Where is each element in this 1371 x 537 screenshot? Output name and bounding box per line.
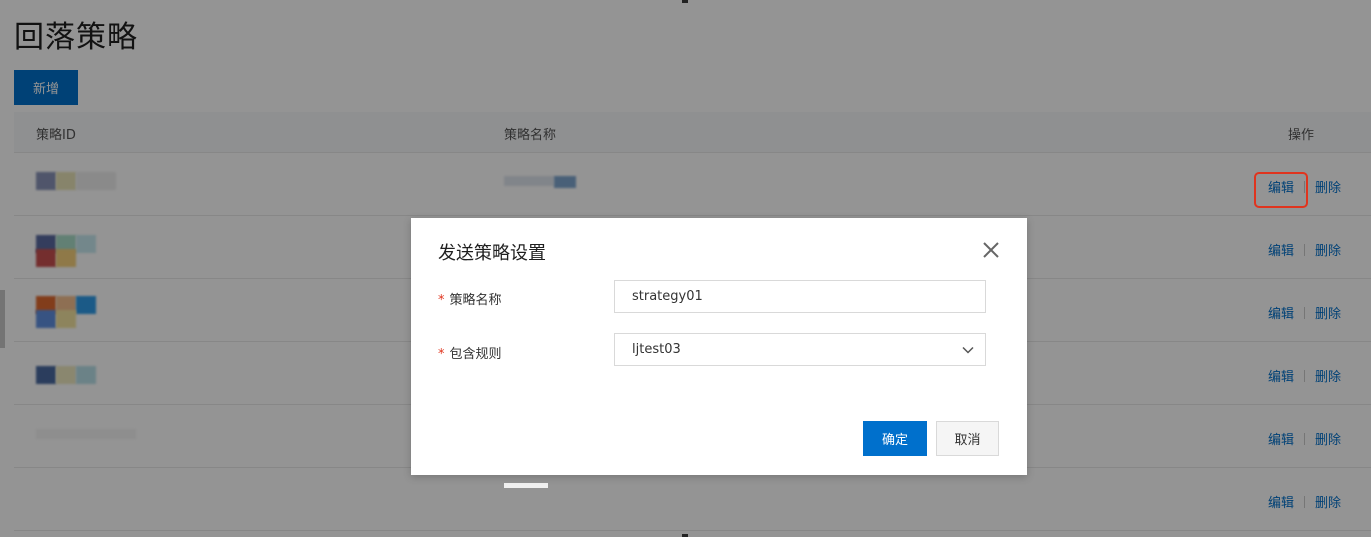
rule-select[interactable]: ljtest03	[614, 333, 986, 366]
confirm-button[interactable]: 确定	[863, 421, 927, 456]
page: 回落策略 新增 策略ID 策略名称 操作 编辑 删除 编辑 删除 编辑 删除 编…	[0, 0, 1371, 537]
required-marker: *	[438, 347, 445, 362]
close-icon[interactable]	[979, 238, 1003, 262]
rule-label-text: 包含规则	[449, 347, 502, 362]
chevron-down-icon	[962, 346, 974, 354]
cancel-button[interactable]: 取消	[936, 421, 999, 456]
edit-highlight-box	[1254, 172, 1308, 208]
strategy-settings-dialog: 发送策略设置 * 策略名称 strategy01 * 包含规则 ljtest03 确…	[411, 218, 1027, 475]
dialog-title: 发送策略设置	[438, 243, 546, 264]
rule-select-value: ljtest03	[632, 342, 681, 357]
required-marker: *	[438, 293, 445, 308]
rule-label: * 包含规则	[438, 343, 502, 362]
pager-indicator	[504, 483, 548, 488]
top-marker	[682, 0, 688, 3]
strategy-name-value: strategy01	[632, 289, 703, 304]
strategy-name-label-text: 策略名称	[449, 293, 502, 308]
strategy-name-label: * 策略名称	[438, 289, 502, 308]
strategy-name-input[interactable]: strategy01	[614, 280, 986, 313]
